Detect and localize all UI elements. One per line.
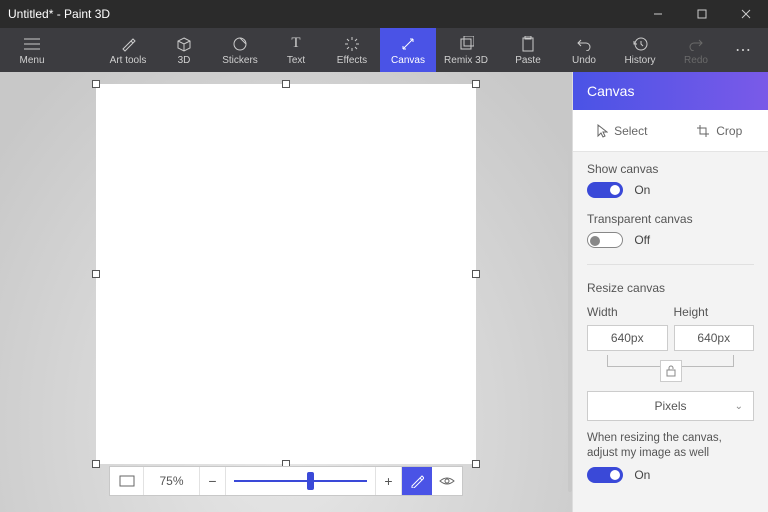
view-mode-button[interactable] [432, 467, 462, 495]
remix-icon [458, 35, 474, 53]
paste-label: Paste [515, 55, 541, 66]
resize-hint: When resizing the canvas, adjust my imag… [573, 421, 768, 467]
remix-3d-label: Remix 3D [444, 55, 488, 66]
zoom-bar: 75% − + [109, 466, 463, 496]
stickers-button[interactable]: Stickers [212, 28, 268, 72]
cube-icon [176, 35, 192, 53]
redo-label: Redo [684, 55, 708, 66]
units-select[interactable]: Pixels ⌄ [587, 391, 754, 421]
sticker-icon [232, 35, 248, 53]
transparent-label: Transparent canvas [587, 212, 754, 226]
edit-mode-button[interactable] [402, 467, 432, 495]
titlebar: Untitled* - Paint 3D [0, 0, 768, 28]
zoom-out-button[interactable]: − [200, 467, 226, 495]
width-label: Width [587, 305, 668, 319]
dimension-row: Width Height [573, 305, 768, 355]
cursor-icon [596, 124, 608, 138]
undo-button[interactable]: Undo [556, 28, 612, 72]
three-d-label: 3D [178, 55, 191, 66]
stickers-label: Stickers [222, 55, 258, 66]
resize-handle-tl[interactable] [92, 80, 100, 88]
maximize-button[interactable] [680, 0, 724, 28]
art-tools-label: Art tools [110, 55, 147, 66]
resize-handle-bl[interactable] [92, 460, 100, 468]
panel-title: Canvas [573, 72, 768, 110]
show-canvas-label: Show canvas [587, 162, 754, 176]
text-label: Text [287, 55, 305, 66]
ribbon: Menu Art tools 3D Stickers T Text Effect… [0, 28, 768, 72]
resize-handle-t[interactable] [282, 80, 290, 88]
undo-label: Undo [572, 55, 596, 66]
crop-icon [696, 124, 710, 138]
redo-icon [688, 35, 704, 53]
window-title: Untitled* - Paint 3D [8, 7, 110, 21]
close-button[interactable] [724, 0, 768, 28]
resize-handle-tr[interactable] [472, 80, 480, 88]
remix-3d-button[interactable]: Remix 3D [436, 28, 496, 72]
history-button[interactable]: History [612, 28, 668, 72]
history-label: History [624, 55, 655, 66]
text-icon: T [291, 35, 300, 53]
transparent-section: Transparent canvas Off [573, 208, 768, 258]
fit-screen-button[interactable] [110, 467, 144, 495]
art-tools-button[interactable]: Art tools [100, 28, 156, 72]
history-icon [632, 35, 648, 53]
zoom-in-button[interactable]: + [376, 467, 402, 495]
crop-tool[interactable]: Crop [671, 110, 768, 151]
redo-button[interactable]: Redo [668, 28, 724, 72]
lock-icon [666, 365, 676, 377]
effects-icon [344, 35, 360, 53]
select-label: Select [614, 124, 647, 138]
height-input[interactable] [674, 325, 755, 351]
paste-icon [521, 35, 535, 53]
height-label: Height [674, 305, 755, 319]
side-panel: Canvas Select Crop Show canvas On Transp… [572, 72, 768, 512]
brush-icon [120, 35, 136, 53]
canvas-label: Canvas [391, 55, 425, 66]
more-button[interactable]: ⋯ [724, 28, 764, 72]
width-input[interactable] [587, 325, 668, 351]
lock-aspect-row [573, 355, 768, 383]
resize-image-toggle[interactable] [587, 467, 623, 483]
transparent-toggle[interactable] [587, 232, 623, 248]
effects-button[interactable]: Effects [324, 28, 380, 72]
crop-label: Crop [716, 124, 742, 138]
select-tool[interactable]: Select [573, 110, 671, 151]
show-canvas-section: Show canvas On [573, 152, 768, 208]
undo-icon [576, 35, 592, 53]
canvas-area[interactable] [96, 84, 476, 464]
divider [587, 264, 754, 265]
units-value: Pixels [654, 399, 686, 413]
resize-label: Resize canvas [587, 281, 754, 295]
canvas-button[interactable]: Canvas [380, 28, 436, 72]
resize-handle-l[interactable] [92, 270, 100, 278]
effects-label: Effects [337, 55, 367, 66]
resize-image-state: On [634, 468, 650, 482]
canvas-icon [400, 35, 416, 53]
minimize-button[interactable] [636, 0, 680, 28]
three-d-button[interactable]: 3D [156, 28, 212, 72]
resize-handle-r[interactable] [472, 270, 480, 278]
menu-button[interactable]: Menu [4, 28, 60, 72]
transparent-state: Off [634, 233, 650, 247]
workspace: 75% − + [0, 72, 572, 512]
zoom-value[interactable]: 75% [144, 467, 200, 495]
hamburger-icon [24, 35, 40, 53]
zoom-slider[interactable] [226, 467, 376, 495]
text-button[interactable]: T Text [268, 28, 324, 72]
chevron-down-icon: ⌄ [735, 401, 743, 412]
show-canvas-toggle[interactable] [587, 182, 623, 198]
panel-tools: Select Crop [573, 110, 768, 152]
show-canvas-state: On [634, 183, 650, 197]
zoom-slider-thumb[interactable] [307, 472, 314, 490]
lock-aspect-button[interactable] [660, 360, 682, 382]
menu-label: Menu [19, 55, 44, 66]
canvas-selection[interactable] [96, 84, 476, 464]
resize-section: Resize canvas [573, 271, 768, 305]
paste-button[interactable]: Paste [500, 28, 556, 72]
resize-handle-br[interactable] [472, 460, 480, 468]
